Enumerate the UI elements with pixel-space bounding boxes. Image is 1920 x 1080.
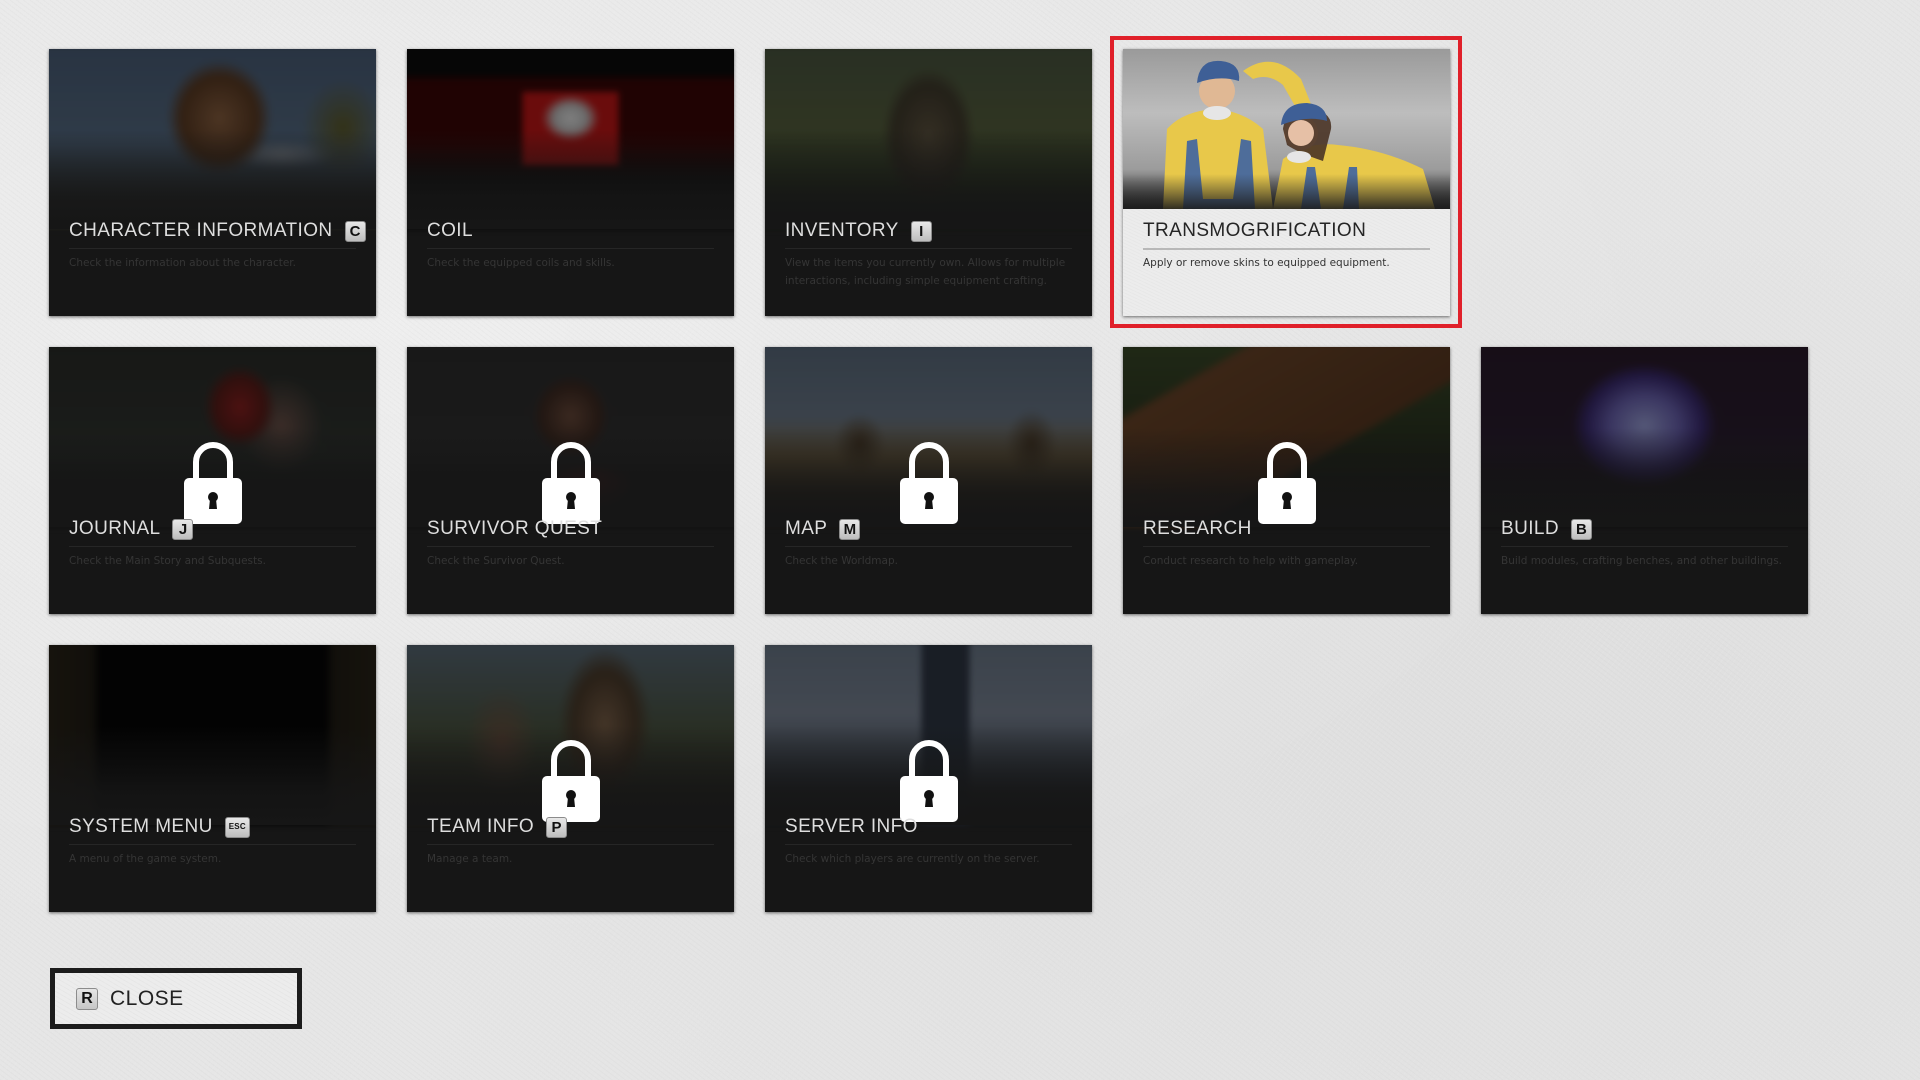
- hotkey-badge: P: [546, 816, 568, 838]
- card-description: A menu of the game system.: [69, 853, 222, 865]
- card-title: CHARACTER INFORMATION: [69, 220, 333, 241]
- hotkey-badge: J: [172, 518, 194, 540]
- card-art: [1123, 49, 1450, 209]
- menu-card-system-menu[interactable]: SYSTEM MENU ESC A menu of the game syste…: [49, 645, 376, 912]
- card-divider: [427, 844, 714, 845]
- card-title: MAP: [785, 518, 828, 539]
- card-title: TRANSMOGRIFICATION: [1143, 220, 1367, 241]
- menu-card-coil[interactable]: COIL Check the equipped coils and skills…: [407, 49, 734, 316]
- menu-card-research[interactable]: RESEARCH Conduct research to help with g…: [1123, 347, 1450, 614]
- menu-card-survivor-quest[interactable]: SURVIVOR QUEST Check the Survivor Quest.: [407, 347, 734, 614]
- hotkey-badge: ESC: [224, 816, 250, 838]
- card-title: BUILD: [1501, 518, 1559, 539]
- card-divider: [785, 546, 1072, 547]
- menu-card-server-info[interactable]: SERVER INFO Check which players are curr…: [765, 645, 1092, 912]
- padlock-icon: [899, 740, 958, 822]
- card-description: Check the information about the characte…: [69, 257, 297, 269]
- card-divider: [69, 844, 356, 845]
- hotkey-badge: C: [344, 220, 366, 242]
- menu-card-journal[interactable]: JOURNAL J Check the Main Story and Subqu…: [49, 347, 376, 614]
- card-description: Conduct research to help with gameplay.: [1143, 555, 1359, 567]
- card-title: SURVIVOR QUEST: [427, 518, 603, 539]
- card-description: Check the equipped coils and skills.: [427, 257, 615, 269]
- padlock-icon: [899, 442, 958, 524]
- characters-illustration: [1123, 60, 1450, 209]
- card-divider: [1501, 546, 1788, 547]
- card-description: Build modules, crafting benches, and oth…: [1501, 555, 1782, 567]
- padlock-icon: [183, 442, 242, 524]
- card-description: View the items you currently own. Allows…: [785, 257, 1066, 287]
- card-description: Check which players are currently on the…: [785, 853, 1040, 865]
- menu-card-team-info[interactable]: TEAM INFO P Manage a team.: [407, 645, 734, 912]
- card-divider: [427, 546, 714, 547]
- card-divider: [785, 248, 1072, 249]
- card-description: Check the Main Story and Subquests.: [69, 555, 266, 567]
- menu-card-transmogrification[interactable]: TRANSMOGRIFICATION Apply or remove skins…: [1123, 49, 1450, 316]
- menu-card-inventory[interactable]: INVENTORY I View the items you currently…: [765, 49, 1092, 316]
- hotkey-badge: M: [839, 518, 861, 540]
- hotkey-badge: I: [910, 220, 932, 242]
- hotkey-badge: B: [1570, 518, 1592, 540]
- padlock-icon: [541, 442, 600, 524]
- card-title: SYSTEM MENU: [69, 816, 213, 837]
- menu-card-build[interactable]: BUILD B Build modules, crafting benches,…: [1481, 347, 1808, 614]
- padlock-icon: [1257, 442, 1316, 524]
- card-title: SERVER INFO: [785, 816, 918, 837]
- card-description: Apply or remove skins to equipped equipm…: [1143, 257, 1390, 269]
- card-description: Check the Survivor Quest.: [427, 555, 565, 567]
- card-divider: [1143, 248, 1430, 250]
- card-divider: [69, 546, 356, 547]
- menu-card-map[interactable]: MAP M Check the Worldmap.: [765, 347, 1092, 614]
- card-title: TEAM INFO: [427, 816, 535, 837]
- padlock-icon: [541, 740, 600, 822]
- card-title: JOURNAL: [69, 518, 161, 539]
- card-description: Check the Worldmap.: [785, 555, 898, 567]
- card-title: INVENTORY: [785, 220, 899, 241]
- card-divider: [69, 248, 356, 249]
- card-description: Manage a team.: [427, 853, 513, 865]
- hotkey-badge: R: [76, 987, 98, 1010]
- card-title: COIL: [427, 220, 473, 241]
- card-divider: [1143, 546, 1430, 547]
- close-button[interactable]: R CLOSE: [50, 968, 302, 1029]
- menu-card-character-information[interactable]: CHARACTER INFORMATION C Check the inform…: [49, 49, 376, 316]
- card-title: RESEARCH: [1143, 518, 1252, 539]
- card-divider: [785, 844, 1072, 845]
- close-button-label: CLOSE: [110, 986, 184, 1010]
- card-divider: [427, 248, 714, 249]
